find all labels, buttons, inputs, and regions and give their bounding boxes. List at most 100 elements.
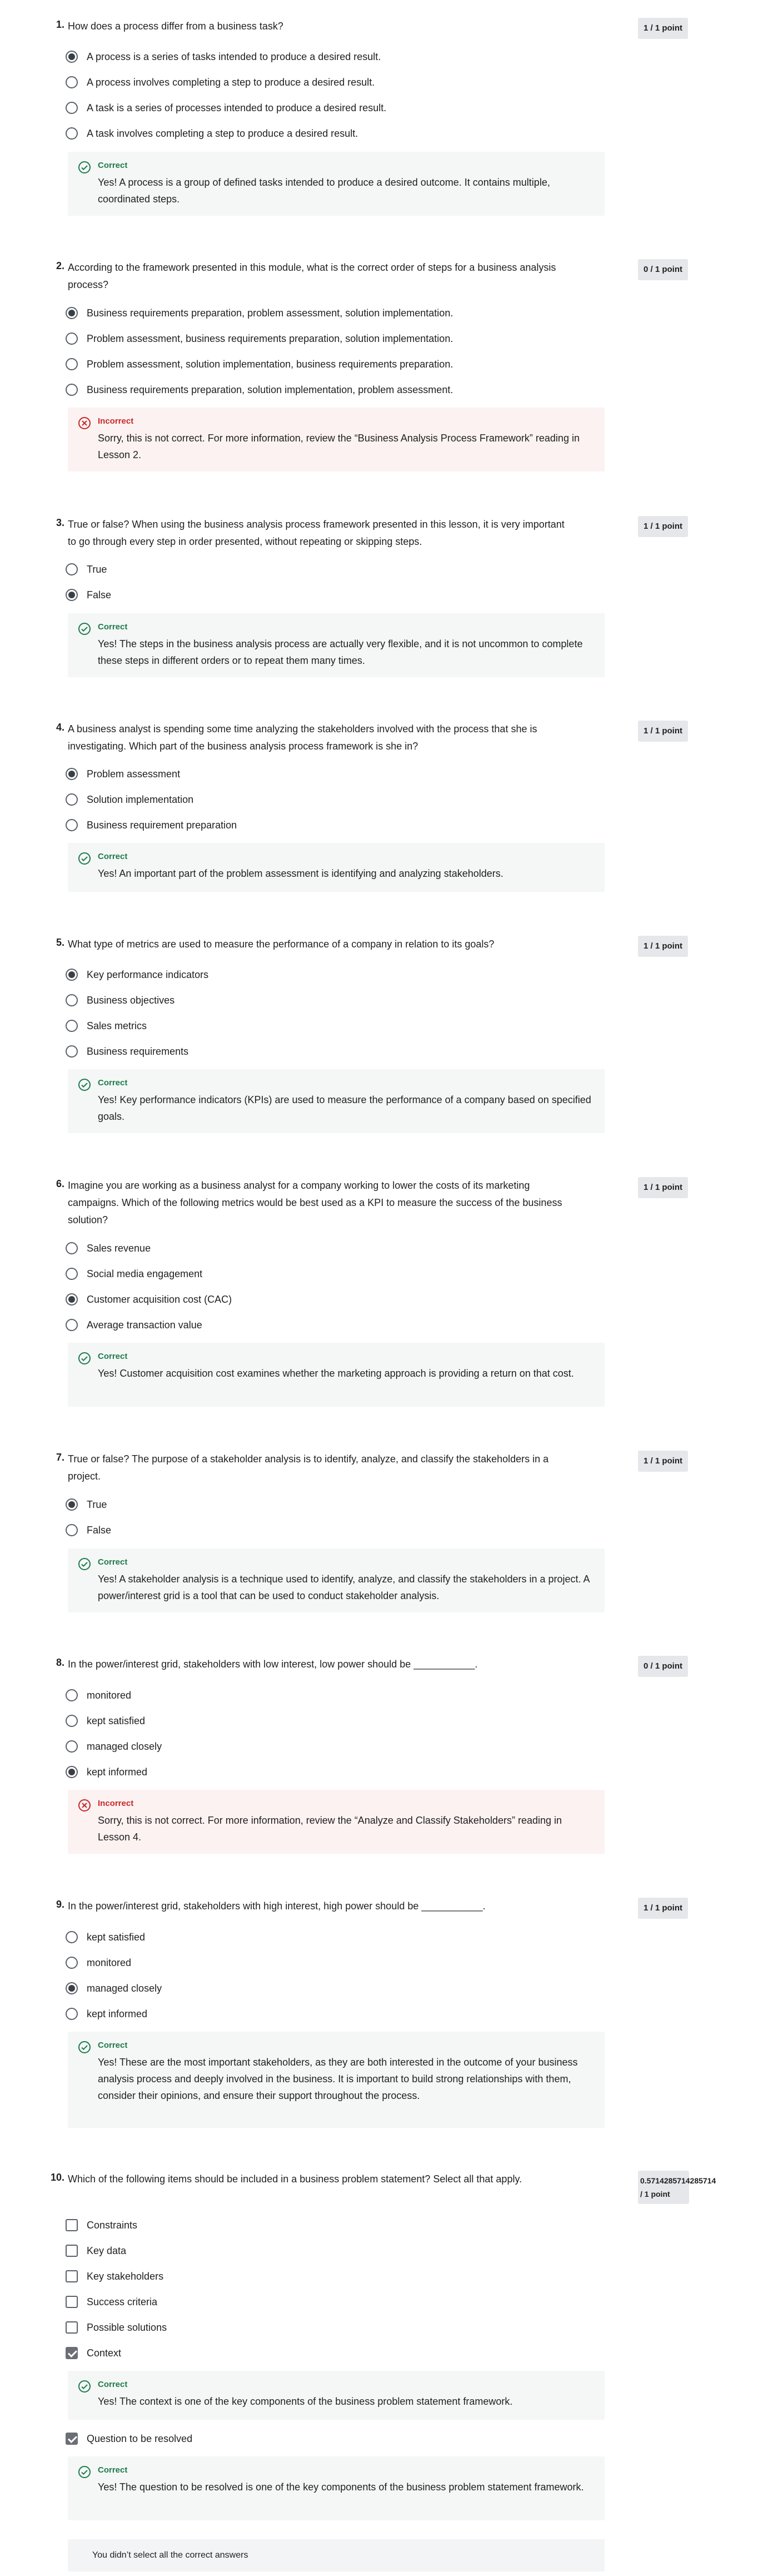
question-text: True or false? The purpose of a stakehol…: [68, 1453, 549, 1482]
answer-option[interactable]: Average transaction value: [66, 1317, 202, 1333]
answer-option[interactable]: A task is a series of processes intended…: [66, 100, 386, 116]
radio-button[interactable]: [66, 127, 78, 140]
answer-option[interactable]: kept informed: [66, 2006, 147, 2022]
answer-option[interactable]: False: [66, 1522, 111, 1538]
radio-button[interactable]: [66, 969, 78, 981]
answer-option[interactable]: Problem assessment: [66, 766, 180, 782]
answer-option[interactable]: A task involves completing a step to pro…: [66, 125, 358, 142]
radio-button[interactable]: [66, 1293, 78, 1306]
answer-option[interactable]: True: [66, 1496, 107, 1513]
checkbox[interactable]: [66, 2296, 78, 2308]
answer-option[interactable]: Success criteria: [66, 2294, 157, 2310]
answer-option[interactable]: Key data: [66, 2242, 126, 2259]
feedback-box: Incorrect Sorry, this is not correct. Fo…: [68, 408, 605, 471]
answer-option[interactable]: Key performance indicators: [66, 966, 208, 983]
radio-button[interactable]: [66, 1498, 78, 1511]
radio-button[interactable]: [66, 994, 78, 1006]
answer-option[interactable]: kept informed: [66, 1764, 147, 1780]
feedback-status: Correct: [98, 2041, 128, 2050]
answer-option[interactable]: managed closely: [66, 1980, 162, 1997]
question-number: 1.: [56, 19, 64, 30]
answer-option[interactable]: True: [66, 561, 107, 578]
radio-button[interactable]: [66, 1766, 78, 1778]
answer-option[interactable]: Solution implementation: [66, 791, 193, 808]
radio-button[interactable]: [66, 1524, 78, 1536]
answer-option[interactable]: A process is a series of tasks intended …: [66, 48, 381, 65]
answer-option[interactable]: Sales revenue: [66, 1240, 151, 1257]
answer-option[interactable]: Social media engagement: [66, 1265, 202, 1282]
answer-option[interactable]: managed closely: [66, 1738, 162, 1755]
score-badge: 1 / 1 point: [638, 516, 689, 537]
answer-option[interactable]: Possible solutions: [66, 2319, 167, 2336]
checkbox[interactable]: [66, 2433, 78, 2445]
radio-button[interactable]: [66, 1268, 78, 1280]
x-circle-icon: [78, 1799, 91, 1811]
question-number: 6.: [56, 1178, 64, 1189]
answer-option[interactable]: Sales metrics: [66, 1018, 147, 1034]
radio-button[interactable]: [66, 1045, 78, 1058]
radio-button[interactable]: [66, 307, 78, 319]
checkbox[interactable]: [66, 2347, 78, 2359]
answer-option[interactable]: A process involves completing a step to …: [66, 74, 375, 91]
radio-button[interactable]: [66, 358, 78, 370]
radio-button[interactable]: [66, 793, 78, 806]
feedback-box: Correct Yes! A stakeholder analysis is a…: [68, 1548, 605, 1612]
radio-button[interactable]: [66, 384, 78, 396]
radio-button[interactable]: [66, 589, 78, 601]
question-text: True or false? When using the business a…: [68, 519, 565, 547]
radio-button[interactable]: [66, 76, 78, 88]
radio-button[interactable]: [66, 102, 78, 114]
answer-option[interactable]: kept satisfied: [66, 1929, 145, 1945]
radio-button[interactable]: [66, 2008, 78, 2020]
answer-option[interactable]: Business objectives: [66, 992, 174, 1009]
answer-option[interactable]: kept satisfied: [66, 1713, 145, 1729]
feedback-status: Correct: [98, 2380, 128, 2389]
radio-button[interactable]: [66, 1740, 78, 1753]
question-7: 7. True or false? The purpose of a stake…: [0, 1451, 773, 1482]
answer-option[interactable]: False: [66, 587, 111, 603]
feedback-status: Correct: [98, 852, 128, 861]
answer-option[interactable]: Constraints: [66, 2217, 137, 2233]
question-text: According to the framework presented in …: [68, 262, 556, 290]
question-text: In the power/interest grid, stakeholders…: [68, 1900, 486, 1912]
checkbox[interactable]: [66, 2219, 78, 2231]
checkbox[interactable]: [66, 2321, 78, 2334]
question-text: A business analyst is spending some time…: [68, 723, 537, 752]
radio-button[interactable]: [66, 1931, 78, 1943]
checkbox[interactable]: [66, 2245, 78, 2257]
feedback-box: Correct Yes! These are the most importan…: [68, 2032, 605, 2128]
radio-button[interactable]: [66, 1319, 78, 1331]
radio-button[interactable]: [66, 1020, 78, 1032]
answer-option[interactable]: monitored: [66, 1954, 131, 1971]
checkbox[interactable]: [66, 2270, 78, 2282]
answer-option[interactable]: Business requirements preparation, probl…: [66, 305, 453, 321]
answer-option[interactable]: Question to be resolved: [66, 2430, 192, 2447]
radio-button[interactable]: [66, 1689, 78, 1701]
question-number: 5.: [56, 937, 64, 948]
check-circle-icon: [78, 2041, 91, 2053]
answer-option[interactable]: Business requirements: [66, 1043, 188, 1060]
answer-option[interactable]: Problem assessment, solution implementat…: [66, 356, 453, 373]
radio-button[interactable]: [66, 51, 78, 63]
feedback-text: Yes! The context is one of the key compo…: [98, 2396, 513, 2407]
radio-button[interactable]: [66, 332, 78, 345]
answer-option[interactable]: Context: [66, 2345, 121, 2361]
radio-button[interactable]: [66, 1715, 78, 1727]
radio-button[interactable]: [66, 819, 78, 831]
answer-option[interactable]: Business requirement preparation: [66, 817, 237, 833]
radio-button[interactable]: [66, 563, 78, 575]
radio-button[interactable]: [66, 1957, 78, 1969]
radio-button[interactable]: [66, 1242, 78, 1254]
question-4: 4. A business analyst is spending some t…: [0, 721, 773, 752]
answer-option[interactable]: Business requirements preparation, solut…: [66, 381, 453, 398]
radio-button[interactable]: [66, 1982, 78, 1994]
answer-option[interactable]: Customer acquisition cost (CAC): [66, 1291, 232, 1308]
feedback-box: Correct Yes! The context is one of the k…: [68, 2371, 605, 2420]
feedback-box: Correct Yes! Customer acquisition cost e…: [68, 1343, 605, 1407]
feedback-status: Correct: [98, 1557, 128, 1567]
answer-option[interactable]: Problem assessment, business requirement…: [66, 330, 453, 347]
radio-button[interactable]: [66, 768, 78, 780]
feedback-box: Correct Yes! A process is a group of def…: [68, 152, 605, 216]
answer-option[interactable]: monitored: [66, 1687, 131, 1704]
answer-option[interactable]: Key stakeholders: [66, 2268, 163, 2285]
